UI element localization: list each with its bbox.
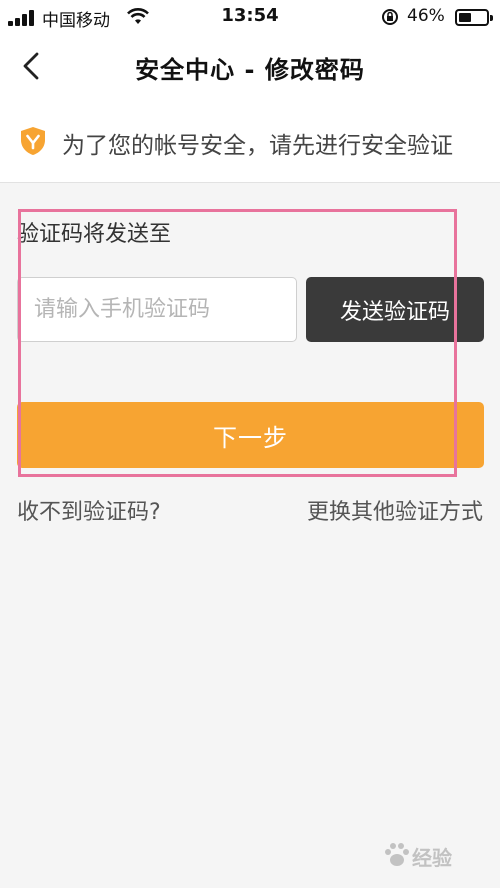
next-step-button[interactable]: 下一步	[17, 402, 484, 468]
rotation-lock-icon	[382, 9, 398, 25]
verification-code-input[interactable]	[17, 277, 297, 342]
paw-icon	[385, 843, 409, 866]
watermark-text: 经验	[412, 846, 452, 870]
notice-text: 为了您的帐号安全，请先进行安全验证	[62, 133, 453, 159]
send-code-button[interactable]: 发送验证码	[306, 277, 484, 342]
baidu-watermark: 经验	[382, 834, 492, 876]
no-code-link[interactable]: 收不到验证码?	[17, 494, 161, 526]
nav-bar: 安全中心 - 修改密码	[0, 40, 500, 92]
page-title: 安全中心 - 修改密码	[135, 56, 365, 84]
battery-percent: 46%	[407, 6, 445, 26]
shield-icon	[21, 127, 45, 155]
switch-method-link[interactable]: 更换其他验证方式	[307, 494, 483, 526]
code-sent-label: 验证码将发送至	[17, 222, 172, 247]
divider	[0, 182, 500, 183]
security-notice: 为了您的帐号安全，请先进行安全验证	[0, 118, 500, 166]
battery-icon	[455, 9, 493, 26]
status-bar: 中国移动 13:54 46%	[0, 0, 500, 34]
